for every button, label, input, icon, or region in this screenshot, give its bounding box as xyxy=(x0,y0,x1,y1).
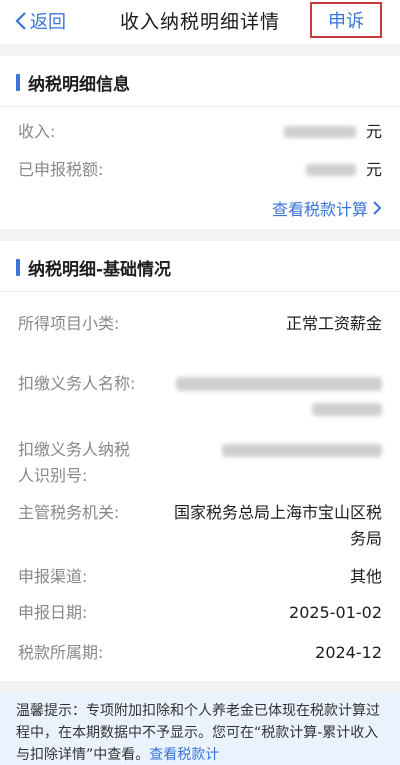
tip-banner: 温馨提示：专项附加扣除和个人养老金已体现在税款计算过程中，在本期数据中不予显示。… xyxy=(0,693,400,765)
income-unit: 元 xyxy=(365,122,382,141)
section-accent-bar xyxy=(16,258,20,276)
withholder-taxid-redacted xyxy=(222,444,382,457)
tax-detail-info-section: 纳税明细信息 收入: 元 已申报税额: 元 查看税款计算 xyxy=(0,56,400,229)
tip-view-tax-calc-link[interactable]: 查看税款计 xyxy=(149,747,219,763)
chevron-right-icon xyxy=(373,201,382,215)
tax-basic-info-section: 纳税明细-基础情况 所得项目小类: 正常工资薪金 扣缴义务人名称: 扣缴义务人纳… xyxy=(0,241,400,681)
income-subtype-value: 正常工资薪金 xyxy=(285,314,382,333)
tax-authority-label: 主管税务机关: xyxy=(18,503,120,522)
page: 返回 收入纳税明细详情 申诉 纳税明细信息 收入: 元 已申报税额: 元 查看税… xyxy=(0,0,400,765)
view-tax-calc-link[interactable]: 查看税款计算 xyxy=(272,196,382,220)
section-title-text: 纳税明细信息 xyxy=(28,74,130,95)
declare-channel-value: 其他 xyxy=(349,567,382,586)
declared-tax-value-redacted xyxy=(306,164,356,176)
withholder-name-redacted xyxy=(176,377,382,391)
tax-authority-value: 国家税务总局上海市宝山区税务局 xyxy=(173,503,382,548)
declared-tax-label: 已申报税额: xyxy=(18,160,104,179)
divider xyxy=(0,106,400,107)
declare-channel-label: 申报渠道: xyxy=(18,567,88,586)
tip-text: 温馨提示：专项附加扣除和个人养老金已体现在税款计算过程中，在本期数据中不予显示。… xyxy=(16,700,386,765)
withholder-taxid-label: 扣缴义务人纳税人识别号: xyxy=(18,440,131,485)
section-title-text: 纳税明细-基础情况 xyxy=(28,259,172,280)
appeal-label: 申诉 xyxy=(328,11,364,32)
withholder-name-label: 扣缴义务人名称: xyxy=(18,374,136,393)
income-value-redacted xyxy=(284,126,356,138)
section-title: 纳税明细信息 xyxy=(16,70,130,95)
income-subtype-label: 所得项目小类: xyxy=(18,314,120,333)
tax-period-value: 2024-12 xyxy=(315,643,382,662)
section-accent-bar xyxy=(16,73,20,91)
declare-date-value: 2025-01-02 xyxy=(289,603,382,622)
divider xyxy=(0,291,400,292)
declared-tax-unit: 元 xyxy=(365,160,382,179)
nav-header: 返回 收入纳税明细详情 申诉 xyxy=(0,0,400,44)
tax-period-label: 税款所属期: xyxy=(18,643,104,662)
withholder-name-redacted-2 xyxy=(312,403,382,416)
income-label: 收入: xyxy=(18,122,56,141)
section-title: 纳税明细-基础情况 xyxy=(16,255,172,280)
appeal-button[interactable]: 申诉 xyxy=(310,2,382,38)
declare-date-label: 申报日期: xyxy=(18,603,88,622)
view-tax-calc-label: 查看税款计算 xyxy=(271,200,368,219)
